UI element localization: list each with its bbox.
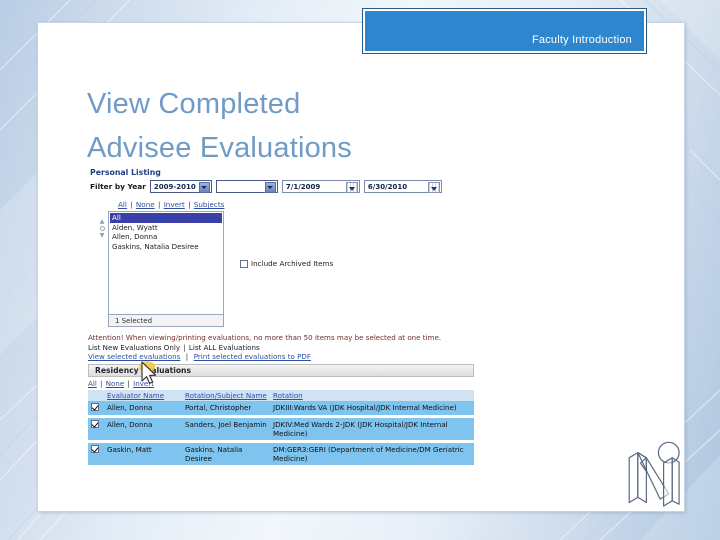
- scroll-thumb-icon[interactable]: [99, 226, 105, 231]
- brand-logo-icon: [628, 441, 680, 507]
- banner-title: Faculty Introduction: [532, 34, 632, 46]
- cell-rotation: DM:GER3:GERI (Department of Medicine/DM …: [270, 443, 474, 466]
- select-invert-link[interactable]: Invert: [164, 200, 185, 209]
- include-archived-label: Include Archived Items: [251, 259, 334, 268]
- cell-rotation-subject-name: Gaskins, Natalia Desiree: [182, 443, 270, 466]
- action-links: View selected evaluations | Print select…: [88, 352, 311, 362]
- cell-rotation-subject-name: Sanders, Joel Benjamin: [182, 418, 270, 441]
- chevron-down-icon[interactable]: [264, 182, 276, 193]
- table-row[interactable]: Allen, Donna Sanders, Joel Benjamin JDKI…: [88, 418, 474, 441]
- row-checkbox[interactable]: [91, 403, 99, 412]
- list-item[interactable]: All: [110, 213, 222, 223]
- list-item[interactable]: Gaskins, Natalia Desiree: [110, 242, 222, 252]
- start-date-field[interactable]: 7/1/2009: [281, 180, 360, 193]
- cell-rotation-subject-name: Portal, Christopher: [182, 401, 270, 416]
- grid-select-invert-link[interactable]: Invert: [133, 379, 154, 388]
- list-item[interactable]: Alden, Wyatt: [110, 223, 222, 233]
- year-select-value: 2009-2010: [153, 182, 196, 191]
- list-new-evaluations-link[interactable]: List New Evaluations Only: [88, 343, 180, 352]
- table-row[interactable]: Gaskin, Matt Gaskins, Natalia Desiree DM…: [88, 443, 474, 466]
- listbox-selection-count: 1 Selected: [108, 315, 224, 327]
- calendar-icon[interactable]: [427, 182, 440, 193]
- cell-evaluator-name: Allen, Donna: [104, 418, 182, 441]
- row-checkbox[interactable]: [91, 445, 99, 454]
- application-screenshot: Personal Listing Filter by Year 2009-201…: [88, 168, 488, 496]
- chevron-down-icon[interactable]: [198, 182, 210, 193]
- view-selected-evaluations-link[interactable]: View selected evaluations: [88, 352, 180, 361]
- selection-limit-notice: Attention! When viewing/printing evaluat…: [88, 333, 442, 342]
- start-date-value: 7/1/2009: [285, 182, 321, 191]
- calendar-icon[interactable]: [345, 182, 358, 193]
- table-header-row: Evaluator Name Rotation/Subject Name Rot…: [88, 390, 474, 402]
- list-mode-links: List New Evaluations Only | List ALL Eva…: [88, 342, 260, 352]
- page-title-line2: Advisee Evaluations: [87, 132, 352, 165]
- table-row[interactable]: Allen, Donna Portal, Christopher JDKIII:…: [88, 401, 474, 416]
- cell-evaluator-name: Allen, Donna: [104, 401, 182, 416]
- list-item[interactable]: Allen, Donna: [110, 232, 222, 242]
- page-title-line1: View Completed: [87, 88, 301, 120]
- select-none-link[interactable]: None: [136, 200, 155, 209]
- slide-banner: Faculty Introduction: [362, 8, 647, 54]
- list-scroll-controls[interactable]: ▲ ▼: [96, 211, 108, 239]
- section-title-personal-listing: Personal Listing: [90, 168, 161, 177]
- subjects-link[interactable]: Subjects: [194, 200, 225, 209]
- grid-header-residency-evaluations: Residency Evaluations: [88, 364, 474, 378]
- year-select[interactable]: 2009-2010: [149, 180, 212, 193]
- selection-links: All | None | Invert | Subjects: [118, 200, 225, 209]
- secondary-select[interactable]: [215, 180, 278, 193]
- row-checkbox-cell[interactable]: [88, 401, 104, 416]
- cell-evaluator-name: Gaskin, Matt: [104, 443, 182, 466]
- grid-select-none-link[interactable]: None: [106, 379, 125, 388]
- evaluations-table: Evaluator Name Rotation/Subject Name Rot…: [88, 390, 474, 466]
- row-checkbox[interactable]: [91, 420, 99, 429]
- column-header-rotation-subject-name[interactable]: Rotation/Subject Name: [182, 390, 270, 402]
- column-header-checkbox: [88, 390, 104, 402]
- advisee-listbox[interactable]: All Alden, Wyatt Allen, Donna Gaskins, N…: [108, 211, 224, 315]
- column-header-rotation[interactable]: Rotation: [270, 390, 474, 402]
- row-checkbox-cell[interactable]: [88, 418, 104, 441]
- include-archived-items-row[interactable]: Include Archived Items: [240, 259, 333, 268]
- grid-selection-links: All | None | Invert: [88, 379, 154, 389]
- select-all-link[interactable]: All: [118, 200, 127, 209]
- include-archived-checkbox[interactable]: [240, 259, 248, 268]
- filter-by-year-label: Filter by Year: [90, 182, 146, 191]
- list-all-evaluations-link[interactable]: List ALL Evaluations: [189, 343, 260, 352]
- end-date-field[interactable]: 6/30/2010: [363, 180, 442, 193]
- slide-canvas: Faculty Introduction View Completed Advi…: [0, 0, 720, 540]
- filter-toolbar: Filter by Year 2009-2010 7/1/2009 6/30/2…: [90, 180, 488, 193]
- advisee-listbox-group: ▲ ▼ All Alden, Wyatt Allen, Donna Gaskin…: [96, 211, 224, 327]
- grid-select-all-link[interactable]: All: [88, 379, 97, 388]
- scroll-up-icon[interactable]: ▲: [100, 219, 105, 225]
- cell-rotation: JDKIV:Med Wards 2-JDK (JDK Hospital/JDK …: [270, 418, 474, 441]
- cell-rotation: JDKIII:Wards VA (JDK Hospital/JDK Intern…: [270, 401, 474, 416]
- column-header-evaluator-name[interactable]: Evaluator Name: [104, 390, 182, 402]
- scroll-down-icon[interactable]: ▼: [100, 233, 105, 239]
- row-checkbox-cell[interactable]: [88, 443, 104, 466]
- page-title: View Completed Advisee Evaluations: [87, 82, 507, 170]
- end-date-value: 6/30/2010: [367, 182, 408, 191]
- print-selected-evaluations-link[interactable]: Print selected evaluations to PDF: [194, 352, 311, 361]
